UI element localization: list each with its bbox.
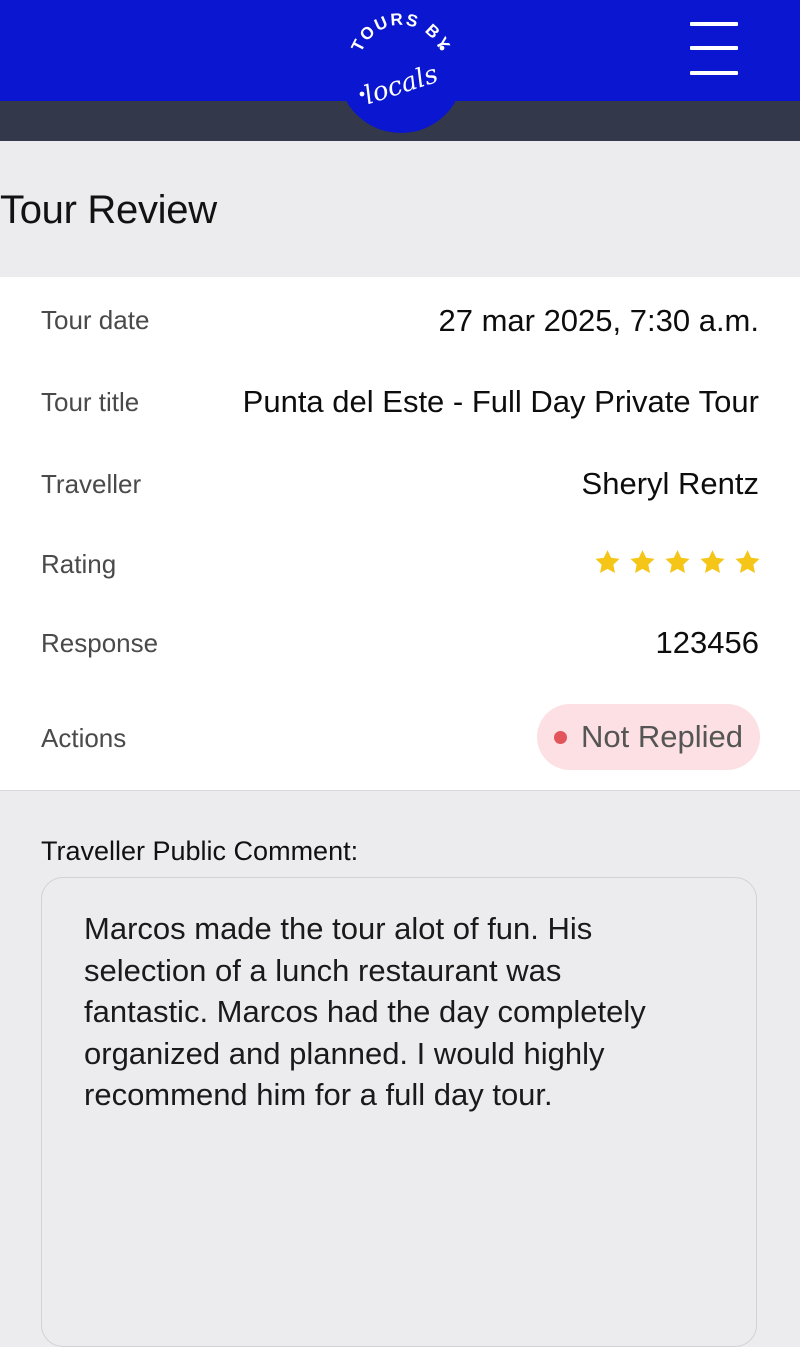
response-label: Response (41, 628, 159, 658)
public-comment-box: Marcos made the tour alot of fun. His se… (41, 877, 757, 1347)
rating-label: Rating (41, 549, 117, 579)
status-dot-icon (554, 730, 567, 744)
tour-date-label: Tour date (41, 305, 150, 335)
comment-label: Traveller Public Comment: (41, 836, 359, 866)
hamburger-menu-icon[interactable] (686, 20, 742, 78)
status-text: Not Replied (581, 719, 743, 754)
tours-by-locals-logo[interactable]: TOURS BY locals (338, 0, 464, 136)
traveller-label: Traveller (41, 469, 142, 499)
not-replied-status-badge[interactable]: Not Replied (537, 704, 760, 770)
tour-date-value: 27 mar 2025, 7:30 a.m. (438, 303, 759, 338)
star-icon (595, 550, 620, 573)
page-title: Tour Review (0, 188, 217, 232)
response-value: 123456 (655, 625, 759, 660)
star-icon (735, 550, 760, 573)
tour-title-value: Punta del Este - Full Day Private Tour (242, 384, 759, 419)
star-icon (700, 550, 725, 573)
star-icon (630, 550, 655, 573)
review-details-card: Tour date 27 mar 2025, 7:30 a.m. Tour ti… (0, 277, 800, 791)
public-comment-text: Marcos made the tour alot of fun. His se… (84, 911, 646, 1112)
star-icon (665, 550, 690, 573)
tour-title-label: Tour title (41, 387, 140, 417)
traveller-value: Sheryl Rentz (581, 466, 759, 501)
rating-stars (593, 548, 762, 576)
actions-label: Actions (41, 723, 127, 753)
